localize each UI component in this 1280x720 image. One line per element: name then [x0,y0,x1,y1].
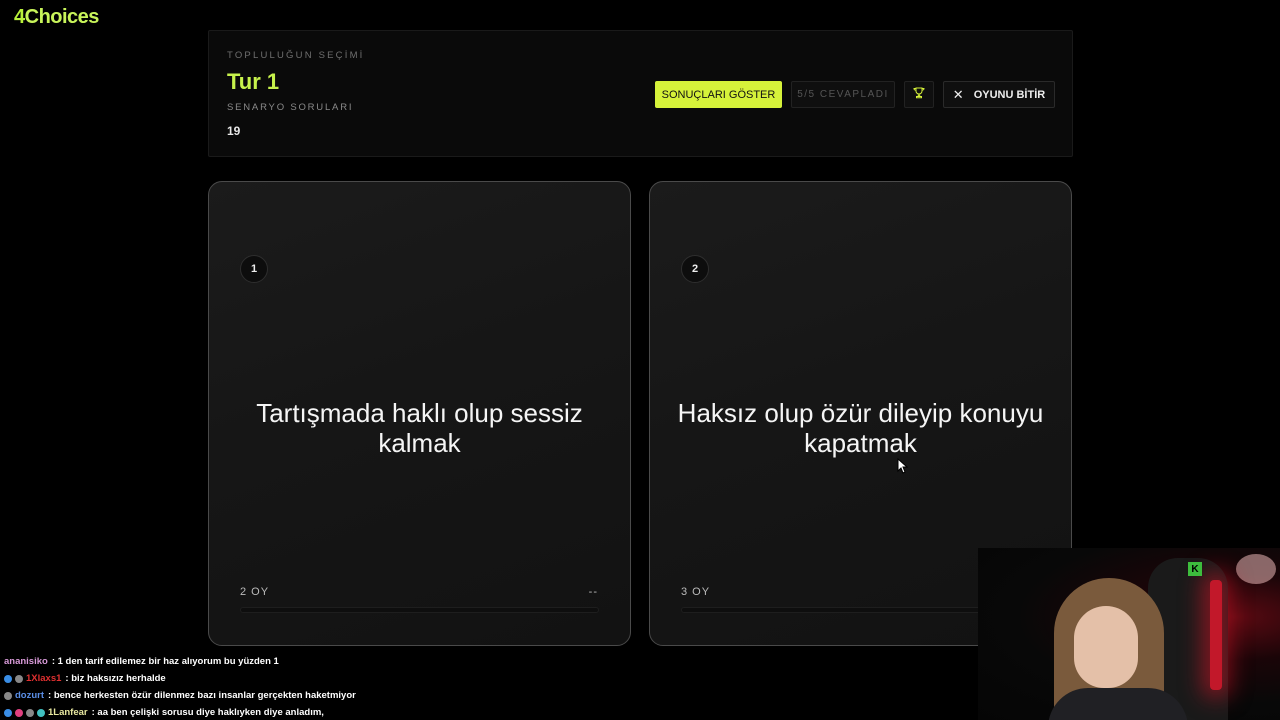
chat-badge-icon [4,674,12,683]
section-eyebrow: TOPLULUĞUN SEÇİMİ [227,50,365,61]
question-number: 19 [227,124,241,138]
stream-chat-overlay: ananisiko : 1 den tarif edilemez bir haz… [4,653,356,720]
app-logo: 4Choices [14,6,99,28]
chat-text: : biz haksızız herhalde [65,673,166,684]
webcam-lamp [1236,554,1276,584]
chat-username: 1Lanfear [48,707,88,718]
end-game-button[interactable]: ✕ OYUNU BİTİR [943,81,1055,108]
chat-username: dozurt [15,690,45,701]
chat-badge-icon [15,674,23,683]
chat-text: : 1 den tarif edilemez bir haz alıyorum … [51,656,279,667]
webcam-red-light [1210,580,1222,690]
chat-message: 1Lanfear : aa ben çelişki sorusu diye ha… [4,704,356,720]
option-text: Haksız olup özür dileyip konuyu kapatmak [677,398,1044,458]
vote-count: 2 OY [240,586,270,598]
leaderboard-button[interactable] [904,81,934,108]
vote-count: 3 OY [681,586,711,598]
chat-message: 1Xlaxs1 : biz haksızız herhalde [4,670,356,687]
chat-username: ananisiko [4,656,48,667]
chat-badge-icon [4,691,12,700]
chat-username: 1Xlaxs1 [26,673,62,684]
round-header-panel: TOPLULUĞUN SEÇİMİ Tur 1 SENARYO SORULARI… [208,30,1073,157]
vote-percent: -- [588,586,598,598]
trophy-icon [913,87,925,102]
show-results-button[interactable]: SONUÇLARI GÖSTER [655,81,782,108]
webcam-person-body [1048,688,1188,720]
chat-message: ananisiko : 1 den tarif edilemez bir haz… [4,653,356,670]
close-icon: ✕ [952,86,964,102]
option-text: Tartışmada haklı olup sessiz kalmak [256,398,583,458]
category-label: SENARYO SORULARI [227,102,354,113]
option-number-badge: 1 [240,255,268,283]
vote-progress-bar [240,607,599,613]
chat-badge-icon [4,708,12,717]
answered-count-button: 5/5 CEVAPLADI [791,81,895,108]
chat-message: dozurt : bence herkesten özür dilenmez b… [4,687,356,704]
round-title: Tur 1 [227,69,280,94]
option-number-badge: 2 [681,255,709,283]
chat-text: : aa ben çelişki sorusu diye haklıyken d… [91,707,324,718]
chat-badge-icon [26,708,34,717]
chat-badge-icon [37,708,45,717]
chat-badge-icon [15,708,23,717]
kick-logo-icon: K [1188,562,1202,576]
option-card-1[interactable]: 1 Tartışmada haklı olup sessiz kalmak 2 … [208,181,631,646]
end-game-label: OYUNU BİTİR [973,88,1046,101]
chat-text: : bence herkesten özür dilenmez bazı ins… [48,690,356,701]
webcam-person-face [1074,606,1138,688]
streamer-webcam: K [978,548,1280,720]
